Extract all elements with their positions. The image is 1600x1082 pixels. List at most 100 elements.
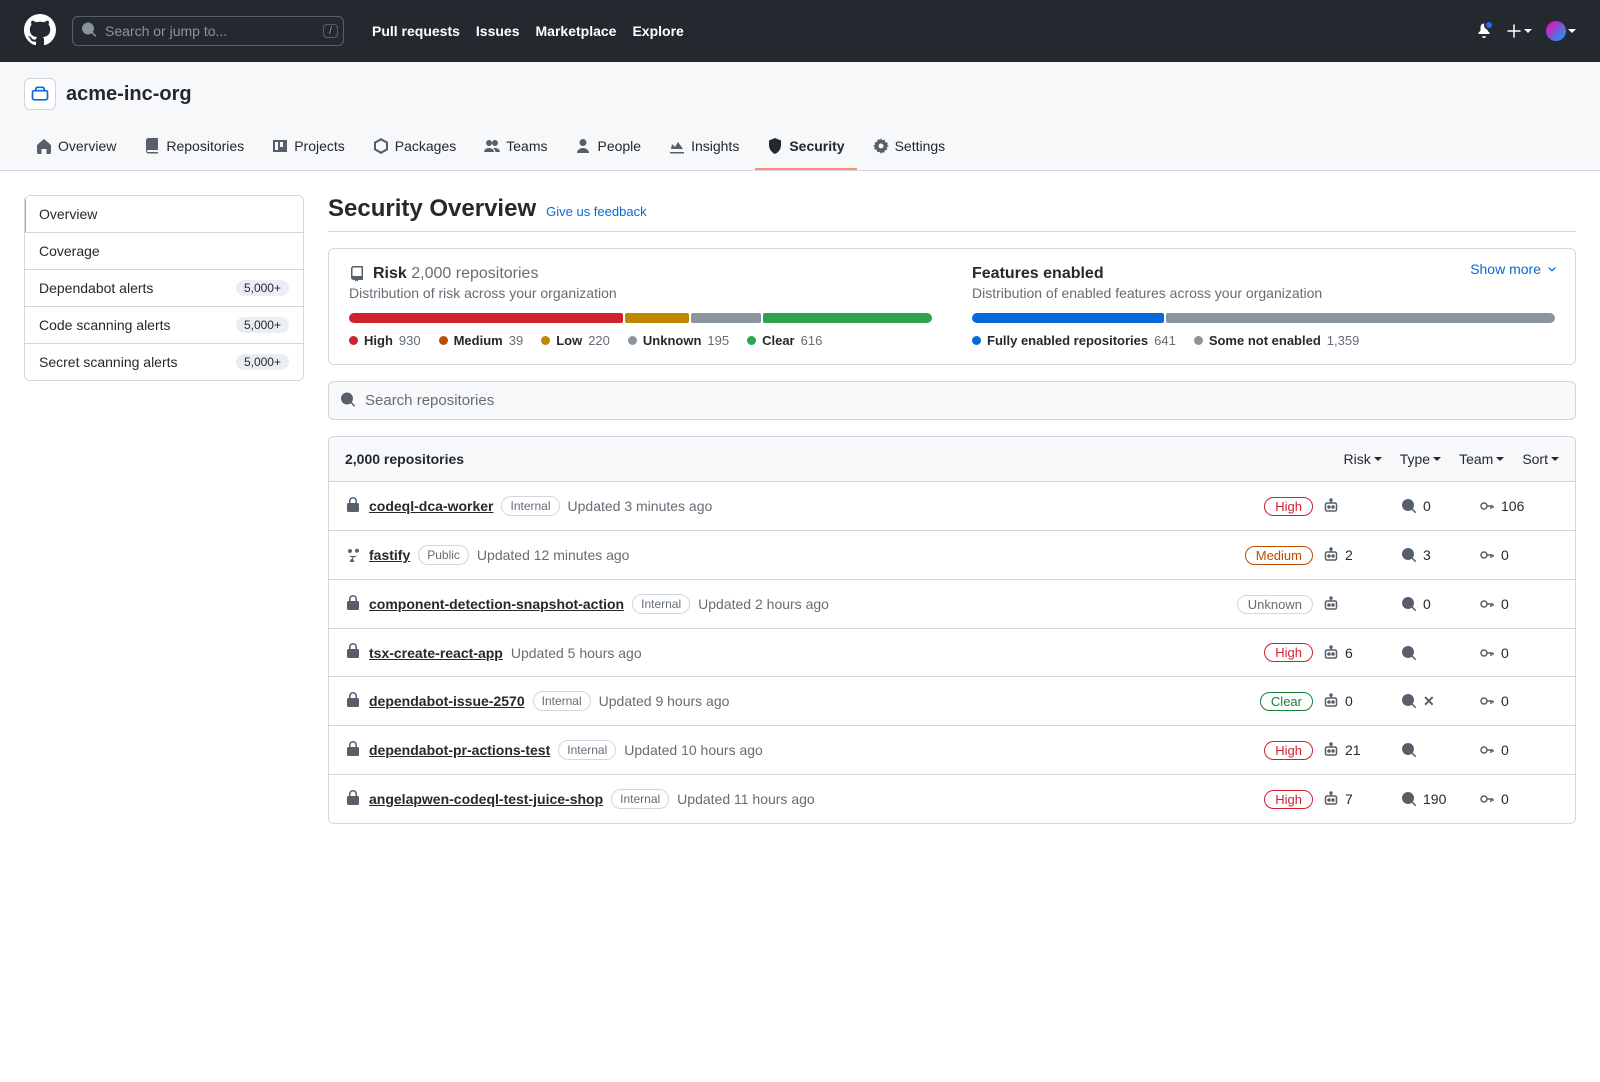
bar-segment	[349, 313, 623, 323]
sidenav-item-secret-scanning-alerts[interactable]: Secret scanning alerts5,000+	[25, 344, 303, 380]
feedback-link[interactable]: Give us feedback	[546, 204, 646, 219]
bar-segment	[1166, 313, 1555, 323]
github-logo-icon[interactable]	[24, 14, 56, 49]
dependabot-metric[interactable]	[1323, 596, 1391, 612]
dependabot-metric[interactable]: 0	[1323, 693, 1391, 709]
code-scan-metric[interactable]: ✕	[1401, 693, 1469, 710]
tab-insights[interactable]: Insights	[657, 128, 751, 170]
sidenav-item-dependabot-alerts[interactable]: Dependabot alerts5,000+	[25, 270, 303, 307]
key-count: 106	[1501, 498, 1524, 514]
repo-list-header: 2,000 repositories RiskTypeTeamSort	[329, 437, 1575, 482]
visibility-badge: Internal	[558, 740, 616, 760]
legend-dot-icon	[747, 336, 756, 345]
repo-search	[328, 381, 1576, 420]
tab-repositories[interactable]: Repositories	[132, 128, 256, 170]
dependabot-metric[interactable]: 2	[1323, 547, 1391, 563]
repo-link[interactable]: tsx-create-react-app	[369, 645, 503, 661]
tab-overview[interactable]: Overview	[24, 128, 128, 170]
tab-projects[interactable]: Projects	[260, 128, 357, 170]
repositories-icon	[144, 138, 160, 154]
user-menu[interactable]	[1546, 21, 1576, 41]
bar-segment	[972, 313, 1164, 323]
tab-security[interactable]: Security	[755, 128, 856, 170]
sidenav-label: Coverage	[39, 243, 100, 259]
search-icon	[340, 391, 356, 410]
risk-badge: Unknown	[1237, 595, 1313, 614]
nav-issues[interactable]: Issues	[476, 23, 520, 39]
notifications-button[interactable]	[1476, 22, 1492, 41]
sidenav-counter: 5,000+	[236, 354, 289, 370]
secret-scan-metric[interactable]: 0	[1479, 742, 1559, 758]
tab-settings[interactable]: Settings	[861, 128, 958, 170]
filter-type[interactable]: Type	[1400, 451, 1441, 467]
updated-text: Updated 5 hours ago	[511, 645, 642, 661]
dependabot-metric[interactable]	[1323, 498, 1391, 514]
sidenav-item-coverage[interactable]: Coverage	[25, 233, 303, 270]
code-scan-metric[interactable]: 0	[1401, 498, 1469, 514]
sidenav-item-overview[interactable]: Overview	[25, 196, 303, 233]
projects-icon	[272, 138, 288, 154]
repo-rows: codeql-dca-workerInternalUpdated 3 minut…	[329, 482, 1575, 823]
create-new-dropdown[interactable]	[1506, 23, 1532, 39]
tab-people[interactable]: People	[563, 128, 653, 170]
secret-scan-metric[interactable]: 0	[1479, 596, 1559, 612]
show-more-button[interactable]: Show more	[1470, 261, 1559, 277]
global-search-input[interactable]	[72, 16, 344, 46]
main-content: Security Overview Give us feedback Show …	[328, 195, 1576, 824]
global-header: / Pull requests Issues Marketplace Explo…	[0, 0, 1600, 62]
key-count: 0	[1501, 791, 1509, 807]
dependabot-count: 21	[1345, 742, 1361, 758]
risk-title: Risk 2,000 repositories	[349, 265, 932, 283]
repo-search-input[interactable]	[328, 381, 1576, 420]
legend-item: Some not enabled 1,359	[1194, 333, 1360, 348]
repo-link[interactable]: dependabot-pr-actions-test	[369, 742, 550, 758]
code-scan-metric[interactable]	[1401, 645, 1469, 661]
notification-indicator-icon	[1484, 20, 1494, 30]
features-bar	[972, 313, 1555, 323]
code-scan-metric[interactable]: 0	[1401, 596, 1469, 612]
security-icon	[767, 138, 783, 154]
summary-columns: Risk 2,000 repositories Distribution of …	[349, 265, 1555, 348]
repo-link[interactable]: dependabot-issue-2570	[369, 693, 525, 709]
secret-scan-metric[interactable]: 106	[1479, 498, 1559, 514]
secret-scan-metric[interactable]: 0	[1479, 547, 1559, 563]
filter-risk[interactable]: Risk	[1343, 451, 1381, 467]
dependabot-metric[interactable]: 21	[1323, 742, 1391, 758]
features-summary: Features enabled Distribution of enabled…	[972, 265, 1555, 348]
repo-link[interactable]: codeql-dca-worker	[369, 498, 493, 514]
visibility-badge: Internal	[632, 594, 690, 614]
dependabot-count: 6	[1345, 645, 1353, 661]
chevron-down-icon	[1524, 29, 1532, 33]
dependabot-metric[interactable]: 7	[1323, 791, 1391, 807]
code-scan-metric[interactable]	[1401, 742, 1469, 758]
risk-badge: Medium	[1245, 546, 1313, 565]
lock-icon	[345, 692, 361, 711]
tab-teams[interactable]: Teams	[472, 128, 559, 170]
repo-link[interactable]: fastify	[369, 547, 410, 563]
repo-link[interactable]: component-detection-snapshot-action	[369, 596, 624, 612]
features-title-strong: Features enabled	[972, 265, 1104, 283]
code-scan-metric[interactable]: 3	[1401, 547, 1469, 563]
chevron-down-icon	[1496, 457, 1504, 461]
legend-label: Unknown	[643, 333, 702, 348]
features-title: Features enabled	[972, 265, 1555, 283]
tab-packages[interactable]: Packages	[361, 128, 468, 170]
sidenav-item-code-scanning-alerts[interactable]: Code scanning alerts5,000+	[25, 307, 303, 344]
secret-scan-metric[interactable]: 0	[1479, 645, 1559, 661]
secret-scan-metric[interactable]: 0	[1479, 693, 1559, 709]
code-scan-metric[interactable]: 190	[1401, 791, 1469, 807]
dependabot-metric[interactable]: 6	[1323, 645, 1391, 661]
nav-pull-requests[interactable]: Pull requests	[372, 23, 460, 39]
nav-marketplace[interactable]: Marketplace	[536, 23, 617, 39]
legend-item: Medium 39	[439, 333, 524, 348]
filter-sort[interactable]: Sort	[1522, 451, 1559, 467]
teams-icon	[484, 138, 500, 154]
sidenav-label: Code scanning alerts	[39, 317, 171, 333]
fork-icon	[345, 546, 361, 565]
nav-explore[interactable]: Explore	[632, 23, 683, 39]
repo-link[interactable]: angelapwen-codeql-test-juice-shop	[369, 791, 603, 807]
secret-scan-metric[interactable]: 0	[1479, 791, 1559, 807]
org-name[interactable]: acme-inc-org	[66, 83, 192, 106]
filter-team[interactable]: Team	[1459, 451, 1504, 467]
repo-row: dependabot-pr-actions-testInternalUpdate…	[329, 726, 1575, 775]
